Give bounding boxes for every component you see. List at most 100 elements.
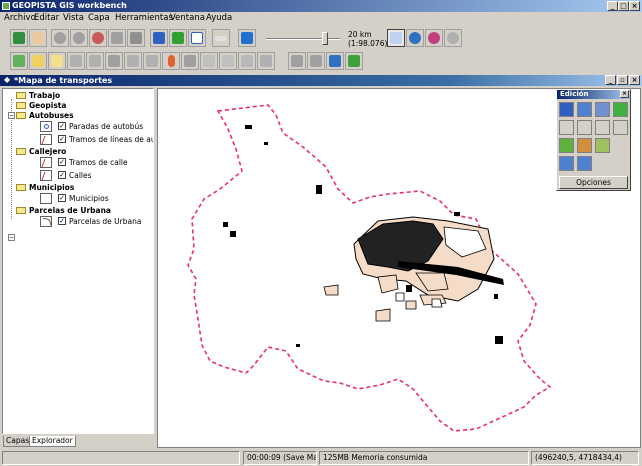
layer-visibility-checkbox[interactable]: ✓ [58, 122, 66, 130]
grid-button[interactable] [200, 52, 218, 70]
layer-visibility-checkbox[interactable]: ✓ [58, 171, 66, 179]
measure-button[interactable] [212, 29, 230, 47]
zoom-selection-button[interactable] [127, 29, 145, 47]
document-title: *Mapa de transportes [14, 76, 113, 85]
print-button[interactable] [105, 52, 123, 70]
layer-visibility-checkbox[interactable]: ✓ [58, 217, 66, 225]
layer-parcelas[interactable]: Parcelas de Urbana [69, 217, 141, 226]
collapse-icon[interactable]: − [8, 112, 15, 119]
menu-editar[interactable]: Editar [34, 13, 59, 23]
edit-move-button[interactable] [577, 102, 592, 117]
menu-ayuda[interactable]: Ayuda [206, 13, 232, 23]
bus-stop-layer-icon [40, 121, 52, 132]
select-tool-button[interactable] [10, 29, 28, 47]
folder-icon [16, 92, 26, 99]
toolbar-row-1: 20 km (1:98.076) [0, 26, 642, 50]
menu-vista[interactable]: Vista [63, 13, 84, 23]
lock-button[interactable] [257, 52, 275, 70]
query-button[interactable] [124, 52, 142, 70]
save-button[interactable] [67, 52, 85, 70]
close-button[interactable]: × [629, 1, 640, 11]
zoom-out-button[interactable] [70, 29, 88, 47]
edit-options-button[interactable]: Opciones [559, 176, 628, 189]
folder-icon [16, 207, 26, 214]
scale-ratio: (1:98.076) [348, 39, 388, 48]
edit-select-button[interactable] [559, 102, 574, 117]
layer-municipios[interactable]: Municipios [69, 194, 109, 203]
zoom-slider-track[interactable] [266, 38, 340, 40]
maximize-button[interactable]: □ [618, 1, 629, 11]
toolbar-row-2 [0, 50, 642, 74]
3d-cube-button[interactable] [169, 29, 187, 47]
edit-vertex-button[interactable] [595, 102, 610, 117]
category-trabajo[interactable]: Trabajo [29, 91, 60, 100]
edit-rotate-button[interactable] [577, 156, 592, 171]
edit-draw-poly-button[interactable] [577, 120, 592, 135]
layer-visibility-checkbox[interactable]: ✓ [58, 158, 66, 166]
info-button[interactable] [188, 29, 206, 47]
layers-button[interactable] [86, 52, 104, 70]
menu-archivo[interactable]: Archivo [4, 13, 36, 23]
collapse-icon[interactable]: − [8, 234, 15, 241]
menu-capa[interactable]: Capa [88, 13, 110, 23]
category-parcelas[interactable]: Parcelas de Urbana [29, 206, 111, 215]
category-callejero[interactable]: Callejero [29, 147, 66, 156]
minimize-button[interactable]: _ [607, 1, 618, 11]
menu-ventana[interactable]: Ventana [170, 13, 205, 23]
feature-info-button[interactable] [238, 29, 256, 47]
app-icon [2, 2, 10, 10]
layer-visibility-checkbox[interactable]: ✓ [58, 135, 66, 143]
layer-tramos-calle[interactable]: Tramos de calle [69, 158, 128, 167]
edit-delete-vertex-button[interactable] [595, 120, 610, 135]
edit-toggle-button[interactable] [387, 29, 405, 47]
layer-tramos-lineas[interactable]: Tramos de líneas de autobú [69, 135, 153, 144]
zoom-in-button[interactable] [51, 29, 69, 47]
table-button[interactable] [219, 52, 237, 70]
folder-icon [16, 184, 26, 191]
zoom-slider-handle[interactable] [322, 32, 328, 45]
plugin-2-button[interactable] [307, 52, 325, 70]
plugin-3-button[interactable] [326, 52, 344, 70]
image-button[interactable] [181, 52, 199, 70]
edit-snap-button[interactable] [595, 138, 610, 153]
folder-icon [16, 102, 26, 109]
attributes-button[interactable] [238, 52, 256, 70]
edit-move-vertex-button[interactable] [559, 156, 574, 171]
arrow-select-button[interactable] [150, 29, 168, 47]
new-project-button[interactable] [10, 52, 28, 70]
document-icon: ◆ [4, 75, 11, 84]
plugin-1-button[interactable] [288, 52, 306, 70]
tab-capas[interactable]: Capas [3, 436, 33, 447]
edit-add-button[interactable] [613, 102, 628, 117]
tab-explorador[interactable]: Explorador [29, 436, 76, 447]
pan-tool-button[interactable] [29, 29, 47, 47]
open-file-button[interactable] [48, 52, 66, 70]
edit-split-button[interactable] [613, 120, 628, 135]
category-municipios[interactable]: Municipios [29, 183, 74, 192]
status-time: 00:00:09 (Save Map) [243, 451, 317, 465]
category-geopista[interactable]: Geopista [29, 101, 66, 110]
edit-draw-line-button[interactable] [559, 120, 574, 135]
doc-close-button[interactable]: × [629, 75, 640, 85]
edit-palette-close-button[interactable]: × [620, 90, 629, 98]
plugin-4-button[interactable] [345, 52, 363, 70]
category-autobuses[interactable]: Autobuses [29, 111, 74, 120]
edit-modify-button[interactable] [577, 138, 592, 153]
undo-button[interactable] [425, 29, 443, 47]
add-point-button[interactable] [162, 52, 180, 70]
layer-calles[interactable]: Calles [69, 171, 92, 180]
layer-paradas[interactable]: Paradas de autobús [69, 122, 143, 131]
copy-button[interactable] [143, 52, 161, 70]
doc-minimize-button[interactable]: _ [605, 75, 616, 85]
zoom-extent-button[interactable] [108, 29, 126, 47]
redo-button[interactable] [444, 29, 462, 47]
status-empty [2, 451, 240, 465]
menu-herramientas[interactable]: Herramientas [115, 13, 173, 23]
open-folder-button[interactable] [29, 52, 47, 70]
layer-visibility-checkbox[interactable]: ✓ [58, 194, 66, 202]
doc-restore-button[interactable]: ▫ [617, 75, 628, 85]
globe-button[interactable] [406, 29, 424, 47]
zoom-previous-button[interactable] [89, 29, 107, 47]
edit-add-feature-button[interactable] [559, 138, 574, 153]
app-title: GEOPISTA GIS workbench [12, 1, 127, 10]
